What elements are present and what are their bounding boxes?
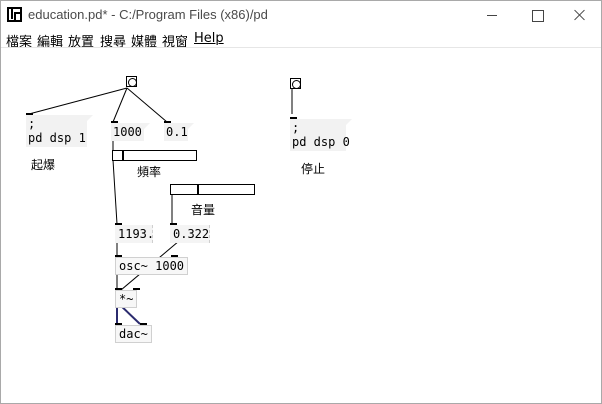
dac-object[interactable]: dac~ <box>115 325 152 343</box>
title-bar: education.pd* - C:/Program Files (x86)/p… <box>1 1 601 31</box>
volume-label: 音量 <box>191 203 216 217</box>
osc-inlet-right <box>171 255 178 257</box>
volume-01-inlet <box>164 121 171 123</box>
osc-inlet-left <box>115 255 122 257</box>
window-title: education.pd* - C:/Program Files (x86)/p… <box>28 7 268 22</box>
frequency-number-inlet <box>115 223 122 225</box>
stop-bang[interactable] <box>290 78 301 89</box>
volume-number-inlet <box>170 223 177 225</box>
freq-1000-message[interactable]: 1000 <box>111 123 150 141</box>
menu-bar: 檔案 編輯 放置 搜尋 媒體 視窗 Help <box>1 31 601 50</box>
start-bang[interactable] <box>126 76 137 87</box>
patch-canvas[interactable]: ; pd dsp 1 起爆 1000 0.1 頻率 音量 1193. 0.322… <box>1 48 601 404</box>
volume-slider[interactable] <box>170 184 255 195</box>
dsp-off-message[interactable]: ; pd dsp 0 <box>290 119 352 151</box>
pd-app-icon <box>7 7 22 22</box>
dsp-on-inlet <box>26 113 33 115</box>
wire-bang-to-1000 <box>112 87 128 123</box>
connections-layer <box>28 87 293 325</box>
close-button[interactable] <box>557 1 602 31</box>
dsp-on-message[interactable]: ; pd dsp 1 <box>26 115 93 147</box>
stop-label: 停止 <box>301 162 326 176</box>
start-label: 起爆 <box>31 158 56 172</box>
dac-inlet-left <box>115 323 122 325</box>
frequency-slider[interactable] <box>112 150 197 161</box>
wire-bang-to-dsp-on <box>28 87 128 115</box>
multiply-object[interactable]: *~ <box>115 290 138 308</box>
volume-01-message[interactable]: 0.1 <box>164 123 194 141</box>
wire-freq-slider-to-num <box>112 159 118 225</box>
multiply-inlet-left <box>115 288 122 290</box>
maximize-button[interactable] <box>514 1 560 31</box>
menu-help[interactable]: Help <box>194 31 224 46</box>
wire-bang-to-01 <box>126 87 168 123</box>
volume-slider-knob[interactable] <box>197 185 199 194</box>
frequency-slider-knob[interactable] <box>122 151 124 160</box>
dsp-off-inlet <box>290 117 297 119</box>
frequency-label: 頻率 <box>137 165 162 179</box>
multiply-inlet-right <box>133 288 140 290</box>
frequency-number-box[interactable]: 1193. <box>115 225 154 243</box>
dac-inlet-right <box>140 323 147 325</box>
volume-number-box[interactable]: 0.322 <box>170 225 210 243</box>
minimize-button[interactable] <box>469 1 515 31</box>
freq-1000-inlet <box>111 121 118 123</box>
osc-object[interactable]: osc~ 1000 <box>115 257 189 275</box>
pd-patch-window: education.pd* - C:/Program Files (x86)/p… <box>0 0 602 404</box>
